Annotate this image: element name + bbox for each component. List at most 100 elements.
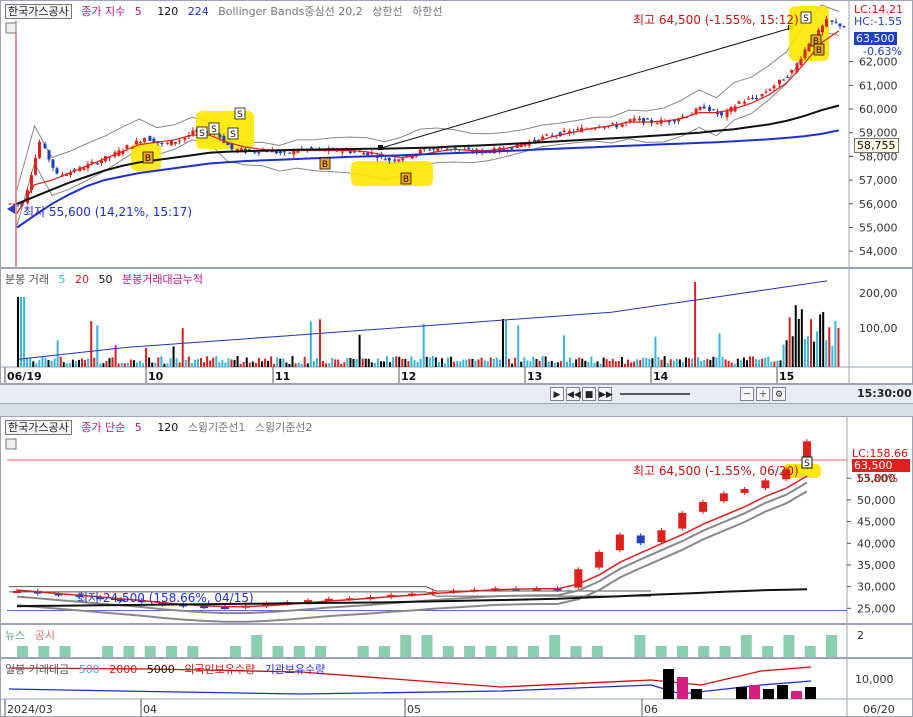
daily-value-bar bbox=[663, 669, 674, 699]
daily-value-ma-500[interactable]: 500 bbox=[79, 663, 100, 676]
volume-bar bbox=[386, 356, 389, 367]
news-pane[interactable]: 2 뉴스 공시 bbox=[0, 624, 913, 658]
volume-bar bbox=[20, 297, 23, 367]
volume-bar bbox=[816, 331, 819, 367]
zoom-out-icon[interactable]: － bbox=[740, 387, 754, 401]
volume-bar bbox=[587, 361, 590, 367]
institution-holding-label[interactable]: 기관보유수량 bbox=[265, 663, 326, 676]
scroll-right-button[interactable]: ▶ bbox=[550, 387, 564, 401]
stock-name[interactable]: 한국가스공사 bbox=[5, 4, 72, 19]
volume-ma-5[interactable]: 5 bbox=[58, 273, 65, 286]
news-bar bbox=[59, 646, 71, 657]
daily-y-tick-label: 30,000 bbox=[857, 581, 896, 594]
volume-bar bbox=[688, 358, 690, 367]
volume-ma-20[interactable]: 20 bbox=[75, 273, 89, 286]
daily-stock-name[interactable]: 한국가스공사 bbox=[5, 420, 72, 435]
daily-ma-label[interactable]: 종가 단순 5 bbox=[81, 421, 147, 434]
candle-body bbox=[401, 158, 405, 161]
daily-value-pane[interactable]: 10,000 2024/03 04 05 06 06/20 일봉 거래대금 500 200… bbox=[0, 658, 913, 717]
volume-bar bbox=[456, 361, 459, 367]
daily-candle-body bbox=[740, 489, 749, 493]
news-bar bbox=[591, 646, 603, 657]
volume-bar bbox=[477, 359, 480, 367]
candle-body bbox=[12, 203, 16, 205]
disclosure-label[interactable]: 공시 bbox=[35, 629, 55, 642]
volume-bar bbox=[657, 356, 660, 367]
volume-bar bbox=[139, 360, 141, 367]
volume-bar bbox=[108, 358, 111, 367]
ma-period-120[interactable]: 120 bbox=[157, 5, 178, 18]
volume-bar bbox=[581, 358, 584, 367]
y-tick-label: 54,000 bbox=[859, 245, 898, 258]
scroll-fast-right-button[interactable]: ▶▶ bbox=[598, 387, 613, 401]
pane-splitter[interactable] bbox=[0, 404, 913, 416]
upper-band-label[interactable]: 상한선 bbox=[372, 5, 402, 18]
news-bar bbox=[378, 646, 390, 657]
swing-line-1-label[interactable]: 스윙기준선1 bbox=[188, 421, 246, 434]
zoom-slider[interactable] bbox=[620, 393, 690, 395]
volume-bar bbox=[340, 363, 343, 367]
candle-body bbox=[725, 110, 729, 118]
volume-bar bbox=[648, 359, 651, 367]
candle-body bbox=[786, 76, 790, 78]
candle-body bbox=[348, 151, 352, 153]
volume-ma-50[interactable]: 50 bbox=[98, 273, 112, 286]
news-label[interactable]: 뉴스 bbox=[5, 629, 25, 642]
news-bar bbox=[570, 646, 582, 657]
signal-letter: S bbox=[237, 110, 243, 120]
volume-bar bbox=[492, 358, 495, 367]
zoom-in-icon[interactable]: ＋ bbox=[756, 387, 770, 401]
volume-bar bbox=[828, 327, 831, 367]
daily-chart-pane[interactable]: 55,000 50,000 45,000 40,000 35,000 30,000 25,0… bbox=[0, 416, 913, 624]
volume-bar bbox=[346, 358, 349, 367]
candle-body bbox=[55, 168, 59, 174]
daily-value-name[interactable]: 일봉 거래대금 bbox=[5, 663, 69, 676]
volume-bar bbox=[831, 346, 834, 367]
daily-ma-120[interactable]: 120 bbox=[157, 421, 178, 434]
intraday-chart-pane[interactable]: 62,000 61,000 60,000 59,000 58,000 57,000 56,0… bbox=[0, 0, 913, 268]
volume-bar bbox=[694, 282, 697, 367]
volume-bar bbox=[404, 358, 407, 367]
daily-x-tick-label: 04 bbox=[143, 703, 157, 716]
lower-band-label[interactable]: 하한선 bbox=[412, 5, 442, 18]
candle-body bbox=[282, 151, 286, 153]
volume-bar bbox=[697, 357, 700, 367]
news-bar bbox=[442, 646, 454, 657]
candle-body bbox=[51, 159, 55, 168]
volume-pane[interactable]: 200,00 100,00 06/19 10 11 12 13 14 15 분봉 거래 5 20… bbox=[0, 268, 913, 384]
daily-candle-body bbox=[657, 530, 666, 542]
volume-bar bbox=[47, 359, 50, 367]
candle-body bbox=[545, 134, 549, 136]
volume-bar bbox=[761, 358, 764, 367]
candle-body bbox=[628, 119, 632, 122]
volume-bar bbox=[267, 360, 270, 367]
bollinger-label[interactable]: Bollinger Bands중심선 20,2 bbox=[218, 5, 363, 18]
volume-bar bbox=[349, 358, 352, 367]
daily-value-ma-2000[interactable]: 2000 bbox=[109, 663, 137, 676]
institution-holding-line bbox=[8, 680, 812, 695]
ma-period-224[interactable]: 224 bbox=[188, 5, 209, 18]
x-tick-label: 15 bbox=[779, 370, 794, 383]
news-bar bbox=[166, 646, 178, 657]
daily-value-ma-5000[interactable]: 5000 bbox=[147, 663, 175, 676]
daily-legend: 한국가스공사 종가 단순 5 120 스윙기준선1 스윙기준선2 bbox=[5, 419, 318, 435]
ma-label[interactable]: 종가 지수 5 bbox=[81, 5, 147, 18]
stop-button[interactable]: ■ bbox=[582, 387, 596, 401]
volume-bar bbox=[669, 359, 672, 367]
volume-bar bbox=[53, 358, 56, 367]
volume-bar bbox=[599, 363, 602, 367]
daily-ma-type: 종가 단순 bbox=[81, 421, 126, 434]
daily-candle-body bbox=[636, 535, 645, 544]
candle-body bbox=[807, 43, 811, 52]
scroll-fast-left-button[interactable]: ◀◀ bbox=[566, 387, 581, 401]
volume-name[interactable]: 분봉 거래 bbox=[5, 273, 49, 286]
swing-line-2-label[interactable]: 스윙기준선2 bbox=[255, 421, 313, 434]
volume-bar bbox=[733, 363, 736, 367]
cumulative-label[interactable]: 분봉거래대금누적 bbox=[122, 273, 203, 286]
news-bar bbox=[123, 646, 135, 657]
foreign-holding-label[interactable]: 외국인보유수량 bbox=[184, 663, 255, 676]
daily-candle-body bbox=[595, 551, 604, 568]
signal-letter: B bbox=[403, 175, 409, 185]
nav-settings-icon[interactable]: ⚙ bbox=[772, 387, 786, 401]
candle-body bbox=[352, 151, 356, 153]
